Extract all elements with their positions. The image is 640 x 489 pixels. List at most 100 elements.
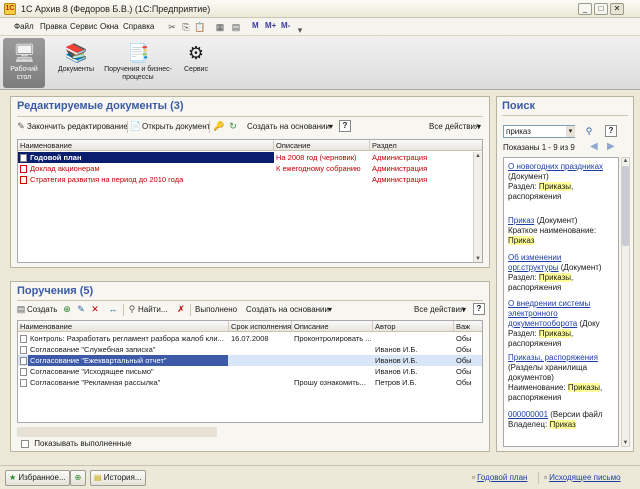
close-button[interactable]: ✕	[610, 3, 624, 15]
column-header-author[interactable]: Автор	[373, 321, 453, 332]
result-link[interactable]: Об изменении орг.структуры	[508, 253, 561, 272]
section-desktop[interactable]: 🖥 Рабочий стол	[3, 38, 45, 88]
clear-filter-icon[interactable]: ✗	[175, 303, 187, 315]
create-based-button[interactable]: Создать на основании	[247, 122, 330, 131]
help-button[interactable]: ?	[473, 303, 485, 315]
column-header-section[interactable]: Раздел	[370, 140, 470, 151]
column-header-description[interactable]: Описание	[274, 140, 370, 151]
scroll-down-icon[interactable]: ▼	[622, 440, 629, 446]
result-highlight: Приказы	[567, 383, 601, 392]
search-help-button[interactable]: ?	[605, 125, 617, 137]
menu-edit[interactable]: Правка	[40, 22, 67, 31]
tasks-toolbar: ▤ Создать ⊕ ✎ ✕ ↔ ⚲ Найти... ✗ Выполнено…	[15, 303, 485, 317]
search-result[interactable]: Приказы, распоряжения (Разделы хранилища…	[508, 353, 614, 403]
minimize-button[interactable]: _	[578, 3, 592, 15]
scroll-thumb[interactable]	[622, 166, 629, 246]
create-button[interactable]: Создать	[27, 305, 57, 314]
table-row[interactable]: Контроль: Разработать регламент разбора …	[18, 333, 482, 344]
scroll-up-icon[interactable]: ▲	[474, 152, 482, 161]
find-button[interactable]: Найти...	[138, 305, 168, 314]
open-doc-button[interactable]: Открыть документ	[142, 122, 210, 131]
menu-service[interactable]: Сервис	[70, 22, 97, 31]
create-based-dropdown-icon[interactable]: ▾	[328, 305, 332, 314]
menu-windows[interactable]: Окна	[100, 22, 119, 31]
row-name: Согласование "Исходящее письмо"	[30, 367, 154, 376]
edit-icon[interactable]: ✎	[75, 303, 87, 315]
calculator-icon[interactable]: ▦	[214, 21, 226, 33]
memory-minus-button[interactable]: M-	[281, 21, 290, 30]
search-input[interactable]: приказ	[503, 125, 575, 138]
column-header-description[interactable]: Описание	[292, 321, 372, 332]
menu-help[interactable]: Справка	[123, 22, 154, 31]
result-link[interactable]: Приказ	[508, 216, 534, 225]
link-icon[interactable]: ↔	[107, 303, 119, 315]
column-header-name[interactable]: Наименование	[18, 140, 274, 151]
maximize-button[interactable]: □	[594, 3, 608, 15]
table-row[interactable]: Согласование "Служебная записка" Иванов …	[18, 344, 482, 355]
scroll-up-icon[interactable]: ▲	[622, 158, 629, 164]
result-link[interactable]: Приказы, распоряжения	[508, 353, 598, 362]
result-link[interactable]: 000000001	[508, 410, 548, 419]
search-result[interactable]: Приказ (Документ) Краткое наименование: …	[508, 216, 614, 246]
table-row[interactable]: Согласование "Ежеквартальный отчет" Иван…	[18, 355, 482, 366]
document-icon	[20, 165, 27, 173]
divider	[502, 115, 628, 116]
section-documents[interactable]: 📚 Документы	[42, 38, 110, 88]
sections-panel: 🖥 Рабочий стол 📚 Документы 📑 Поручения и…	[0, 36, 640, 90]
table-row[interactable]: Годовой план На 2008 год (черновик) Адми…	[18, 152, 482, 163]
finish-edit-button[interactable]: Закончить редактирование	[27, 122, 128, 131]
arrow-left-icon[interactable]: ◀	[590, 141, 598, 152]
table-row[interactable]: Согласование "Рекламная рассылка" Прошу …	[18, 377, 482, 388]
column-header-importance[interactable]: Важ	[454, 321, 482, 332]
history-button[interactable]: ▤ История...	[90, 470, 146, 486]
refresh-icon[interactable]: ↻	[227, 120, 239, 132]
all-actions-button[interactable]: Все действия	[414, 305, 464, 314]
arrow-right-icon[interactable]: ▶	[607, 141, 615, 152]
open-window-label: Исходящее письмо	[549, 473, 621, 482]
paste-icon[interactable]: 📋	[194, 21, 206, 33]
table-row[interactable]: Доклад акционерам К ежегодному собранию …	[18, 163, 482, 174]
open-doc-icon: 📄	[130, 121, 142, 131]
menu-file[interactable]: Файл	[14, 22, 34, 31]
chevron-down-icon[interactable]: ▾	[294, 24, 306, 36]
key-icon[interactable]: 🔑	[213, 120, 225, 132]
cut-icon[interactable]: ✂	[166, 21, 178, 33]
table-row[interactable]: Стратегия развития на период до 2010 год…	[18, 174, 482, 185]
column-header-name[interactable]: Наименование	[18, 321, 228, 332]
search-result[interactable]: Об изменении орг.структуры (Документ) Ра…	[508, 253, 614, 293]
search-result[interactable]: О внедрении системы электронного докумен…	[508, 299, 614, 349]
create-based-dropdown-icon[interactable]: ▾	[329, 122, 333, 131]
search-result[interactable]: 000000001 (Версии файл Владелец: Приказ	[508, 410, 614, 430]
column-header-due[interactable]: Срок исполнения	[229, 321, 291, 332]
copy-icon[interactable]: ⎘	[180, 21, 192, 33]
all-actions-dropdown-icon[interactable]: ▾	[462, 305, 466, 314]
help-button[interactable]: ?	[339, 120, 351, 132]
delete-icon[interactable]: ✕	[89, 303, 101, 315]
table-row[interactable]: Согласование "Исходящее письмо" Иванов И…	[18, 366, 482, 377]
memory-plus-button[interactable]: M+	[265, 21, 276, 30]
show-done-checkbox[interactable]	[21, 439, 29, 448]
all-actions-dropdown-icon[interactable]: ▾	[477, 122, 481, 131]
chevron-down-icon[interactable]: ▾	[566, 126, 575, 137]
row-author: Иванов И.Б.	[375, 356, 418, 365]
all-actions-button[interactable]: Все действия	[429, 122, 479, 131]
scroll-down-icon[interactable]: ▼	[474, 255, 482, 262]
open-window-tab[interactable]: ▫ Годовой план	[472, 473, 527, 482]
section-desktop-label: Рабочий стол	[10, 66, 38, 81]
result-link[interactable]: О новогодних праздниках	[508, 162, 603, 171]
section-service[interactable]: ⚙ Сервис	[162, 38, 230, 88]
calendar-icon[interactable]: ▤	[230, 21, 242, 33]
create-based-button[interactable]: Создать на основании	[246, 305, 329, 314]
memory-button[interactable]: M	[252, 21, 259, 30]
open-window-tab[interactable]: ▫ Исходящее письмо	[544, 473, 621, 482]
vertical-scrollbar[interactable]: ▲ ▼	[473, 152, 482, 262]
add-favorite-icon[interactable]: ⊕	[70, 470, 86, 486]
done-button[interactable]: Выполнено	[195, 305, 237, 314]
favorites-button[interactable]: ★ Избранное...	[5, 470, 70, 486]
horizontal-scrollbar[interactable]	[17, 427, 217, 437]
search-result[interactable]: О новогодних праздниках (Документ) Разде…	[508, 162, 614, 202]
search-icon[interactable]: ⚲	[583, 125, 595, 137]
vertical-scrollbar[interactable]: ▲ ▼	[621, 157, 630, 447]
add-icon[interactable]: ⊕	[61, 303, 73, 315]
editing-docs-table: Наименование Описание Раздел Годовой пла…	[17, 139, 483, 263]
